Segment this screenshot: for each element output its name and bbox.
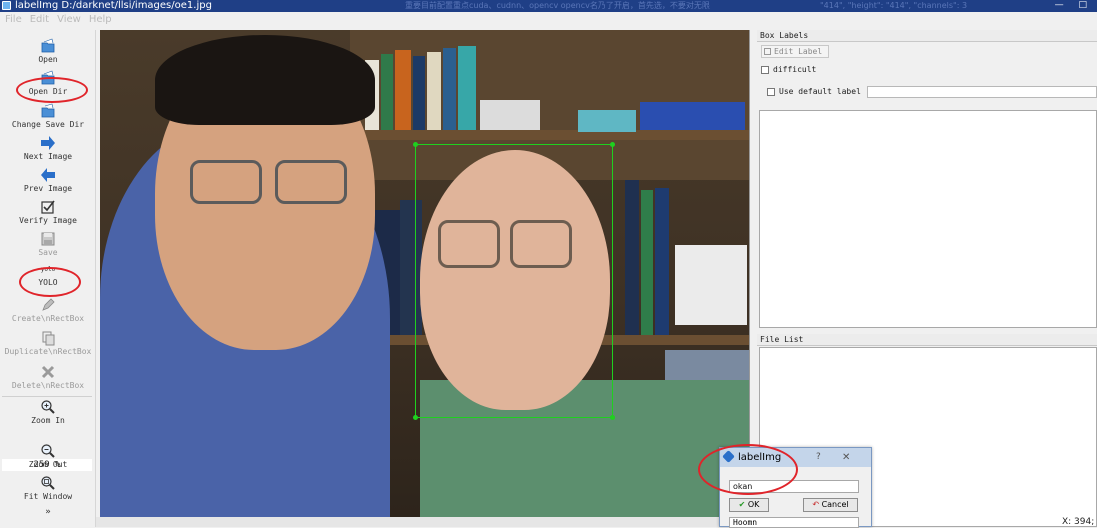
book: [458, 46, 476, 130]
window-controls[interactable]: — □: [1055, 0, 1093, 11]
bbox-handle-tl[interactable]: [413, 142, 418, 147]
checkbox-verify-icon: [40, 199, 56, 215]
book: [413, 56, 425, 130]
cancel-icon: ↶: [812, 500, 820, 509]
book: [655, 188, 669, 335]
tray: [578, 110, 636, 132]
file-list-title: File List: [757, 334, 1097, 346]
red-annotation-circle-yolo: [19, 267, 81, 297]
floppy-save-icon: [40, 231, 56, 247]
framed-photo: [675, 245, 747, 325]
menu-edit[interactable]: Edit: [25, 12, 52, 25]
create-rectbox-label: Create\nRectBox: [11, 314, 85, 323]
bbox-handle-tr[interactable]: [610, 142, 615, 147]
papers: [480, 100, 540, 130]
background-window-text-2: "414", "height": "414", "channels": 3: [820, 1, 968, 10]
red-annotation-circle-dialog: [698, 444, 798, 495]
book: [381, 54, 393, 130]
ok-label: OK: [747, 500, 760, 509]
next-image-label: Next Image: [23, 152, 73, 161]
change-save-dir-label: Change Save Dir: [11, 120, 85, 129]
book: [641, 190, 653, 335]
toolbar: Open Open Dir Change Save Dir Next Image…: [0, 30, 96, 527]
image-canvas[interactable]: [100, 30, 750, 517]
red-annotation-circle: [16, 77, 88, 103]
app-icon: [2, 1, 11, 10]
change-save-dir-button[interactable]: Change Save Dir: [0, 103, 96, 129]
status-bar-coords: X: 394; Y: [1062, 517, 1097, 527]
fit-window-label: Fit Window: [23, 492, 73, 501]
use-default-label-text: Use default label: [779, 87, 861, 96]
prev-image-button[interactable]: Prev Image: [0, 167, 96, 193]
fit-window-icon: [40, 475, 56, 491]
menu-help[interactable]: Help: [84, 12, 115, 25]
bounding-box[interactable]: [413, 142, 615, 420]
open-folder-icon: [40, 38, 56, 54]
glasses-left-lens-2: [275, 160, 347, 204]
menu-file[interactable]: File: [0, 12, 25, 25]
duplicate-rectbox-label: Duplicate\nRectBox: [4, 347, 92, 356]
box-label-list[interactable]: [759, 110, 1097, 328]
cancel-label: Cancel: [821, 500, 849, 509]
difficult-checkbox[interactable]: [761, 66, 769, 74]
edit-label-text: Edit Label: [774, 47, 823, 56]
prev-image-label: Prev Image: [23, 184, 73, 193]
difficult-label: difficult: [773, 65, 817, 74]
arrow-right-icon: [40, 135, 56, 151]
ok-button[interactable]: ✔ OK: [729, 498, 769, 512]
book: [395, 50, 411, 130]
cancel-button[interactable]: ↶ Cancel: [803, 498, 858, 512]
menu-view[interactable]: View: [52, 12, 84, 25]
bbox-handle-br[interactable]: [610, 415, 615, 420]
help-icon[interactable]: ?: [816, 448, 821, 467]
check-icon: ✔: [738, 500, 746, 509]
background-window-text: 重要目前配置重点cuda、cudnn、opencv opencv名乃了开启，首先…: [405, 1, 710, 10]
label-history-list-item[interactable]: Hoomn: [729, 517, 859, 528]
next-image-button[interactable]: Next Image: [0, 135, 96, 161]
toolbar-extension-button[interactable]: »: [0, 508, 96, 517]
open-button[interactable]: Open: [0, 38, 96, 64]
pen-create-icon: [40, 297, 56, 313]
create-rectbox-button[interactable]: Create\nRectBox: [0, 297, 96, 323]
box-labels-title: Box Labels: [757, 30, 1097, 42]
book: [443, 48, 456, 130]
delete-rectbox-label: Delete\nRectBox: [11, 381, 85, 390]
bbox-handle-bl[interactable]: [413, 415, 418, 420]
default-label-input[interactable]: [867, 86, 1097, 98]
use-default-label-checkbox[interactable]: [767, 88, 775, 96]
zoom-out-icon: [40, 443, 56, 459]
edit-icon: [764, 48, 771, 55]
fit-window-button[interactable]: Fit Window: [0, 475, 96, 501]
glasses-left-lens-1: [190, 160, 262, 204]
delete-rectbox-button[interactable]: Delete\nRectBox: [0, 364, 96, 390]
duplicate-icon: [40, 330, 56, 346]
book: [427, 52, 441, 130]
save-button[interactable]: Save: [0, 231, 96, 257]
close-icon[interactable]: ✕: [842, 448, 850, 467]
menu-bar: File Edit View Help: [0, 12, 1097, 30]
toolbar-divider: [2, 396, 92, 397]
save-dir-icon: [40, 103, 56, 119]
person-left-hair: [155, 35, 375, 125]
verify-image-label: Verify Image: [19, 216, 77, 225]
duplicate-rectbox-button[interactable]: Duplicate\nRectBox: [0, 330, 96, 356]
blue-basket: [640, 102, 745, 130]
edit-label-button[interactable]: Edit Label: [761, 45, 829, 58]
delete-x-icon: [40, 364, 56, 380]
zoom-out-button[interactable]: Zoom Out: [0, 443, 96, 469]
title-bar: labelImg D:/darknet/llsi/images/oe1.jpg …: [0, 0, 1097, 12]
zoom-in-icon: [40, 399, 56, 415]
zoom-in-button[interactable]: Zoom In: [0, 399, 96, 425]
window-title: labelImg D:/darknet/llsi/images/oe1.jpg: [15, 0, 212, 11]
verify-image-button[interactable]: Verify Image: [0, 199, 96, 225]
canvas-horizontal-scrollbar[interactable]: [96, 517, 752, 527]
arrow-left-icon: [40, 167, 56, 183]
save-label: Save: [38, 248, 58, 257]
book: [625, 180, 639, 335]
open-label: Open: [38, 55, 58, 64]
zoom-in-label: Zoom In: [31, 416, 65, 425]
bookshelf-board-1: [355, 130, 749, 140]
zoom-out-label: Zoom Out: [28, 460, 68, 469]
